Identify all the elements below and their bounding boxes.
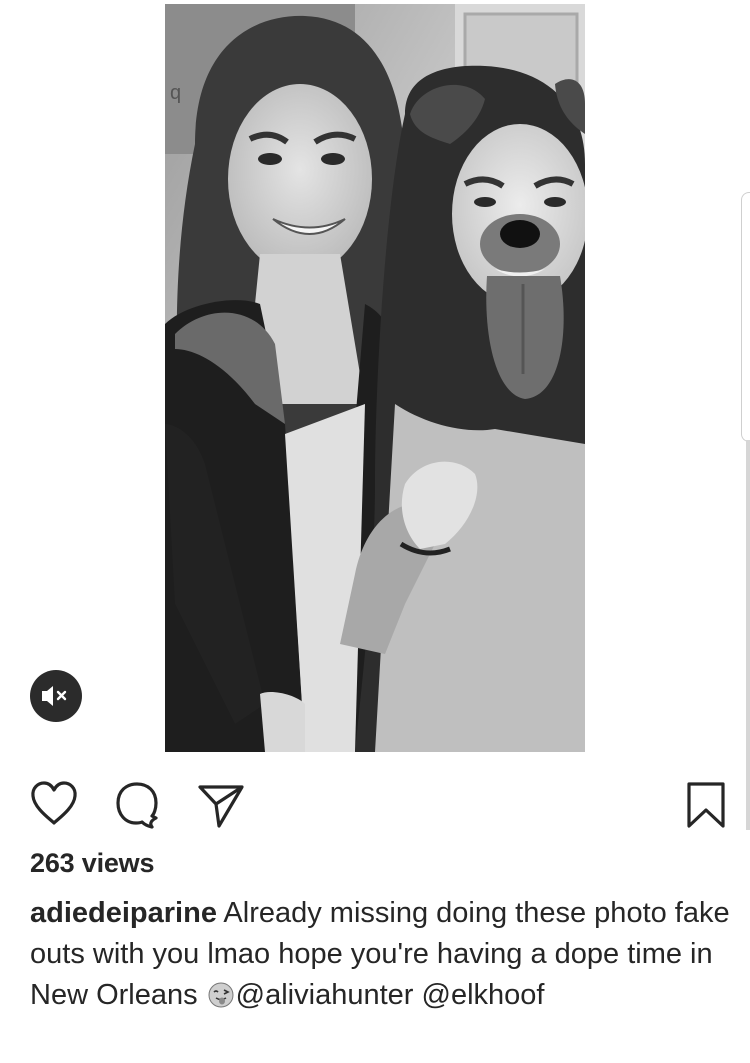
view-count[interactable]: 263 views — [30, 848, 155, 879]
face-with-tongue-emoji — [208, 979, 234, 1008]
comment-button[interactable] — [112, 778, 164, 830]
speaker-muted-icon — [42, 686, 67, 706]
share-button[interactable] — [195, 778, 247, 830]
save-button[interactable] — [680, 778, 732, 830]
post-caption: adiedeiparine Already missing doing thes… — [30, 893, 730, 1016]
instagram-post: q 263 views adiedeiparine Already missin… — [0, 0, 750, 1063]
like-button[interactable] — [28, 778, 80, 830]
paper-plane-icon — [198, 785, 244, 828]
post-video[interactable]: q — [165, 4, 585, 752]
caption-mention-aliviahunter[interactable]: @aliviahunter — [236, 979, 414, 1011]
caption-space — [413, 979, 421, 1011]
mute-button[interactable] — [30, 670, 82, 722]
caption-mention-elkhoof[interactable]: @elkhoof — [422, 979, 545, 1011]
post-media-area: q — [0, 0, 750, 830]
comment-bubble-icon — [116, 782, 158, 829]
scroll-handle[interactable] — [741, 192, 750, 442]
svg-text:q: q — [170, 82, 181, 104]
heart-icon — [31, 781, 77, 825]
video-still-illustration: q — [165, 4, 585, 752]
bookmark-icon — [687, 782, 725, 828]
post-action-bar — [0, 770, 750, 834]
caption-username[interactable]: adiedeiparine — [30, 897, 217, 929]
